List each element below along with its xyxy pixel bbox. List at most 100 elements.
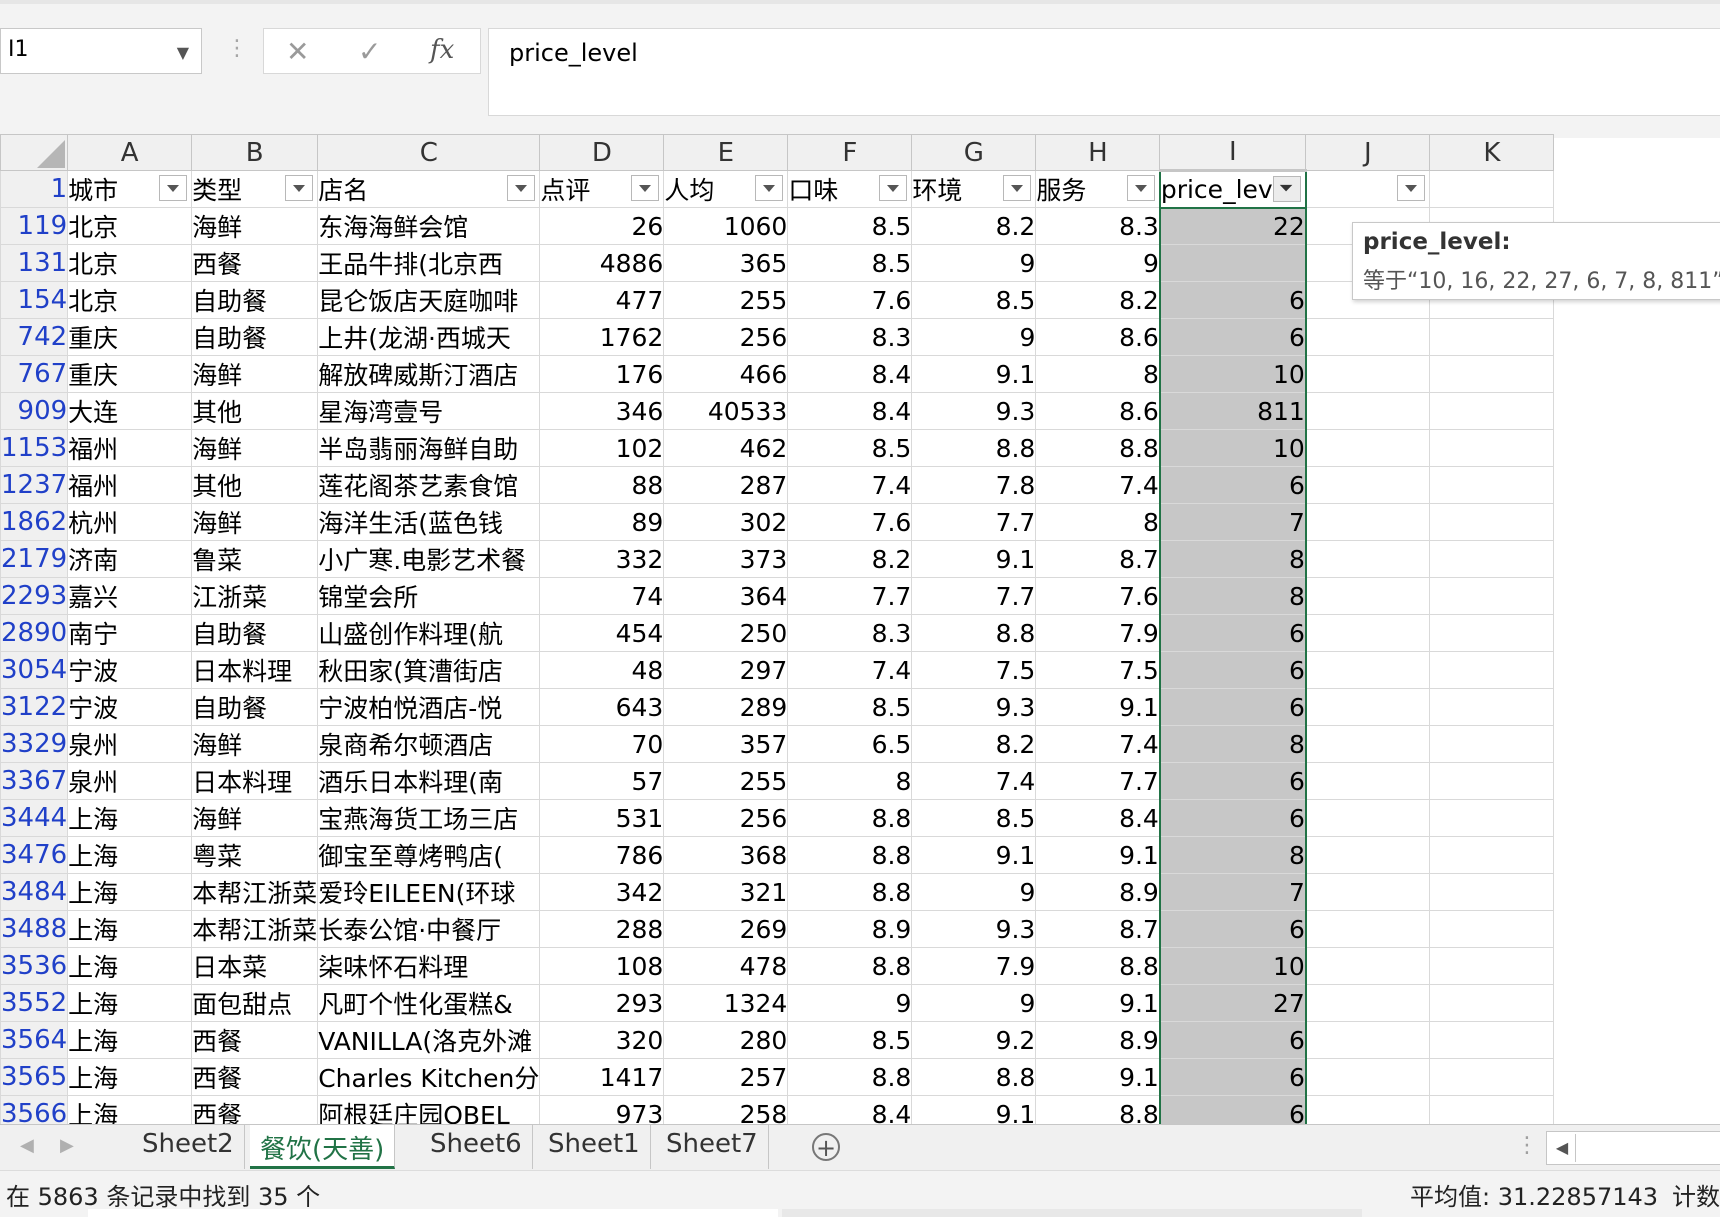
cell[interactable]	[1305, 984, 1431, 1022]
service-cell[interactable]: 8.7	[1035, 540, 1161, 578]
env-cell[interactable]: 8.8	[911, 1058, 1037, 1096]
taste-cell[interactable]: 8.5	[787, 1021, 913, 1059]
cell[interactable]	[1429, 318, 1555, 356]
city-cell[interactable]: 重庆	[67, 355, 193, 393]
taste-cell[interactable]: 8.5	[787, 207, 913, 245]
column-header-i[interactable]: I	[1159, 134, 1307, 172]
env-cell[interactable]: 8.2	[911, 207, 1037, 245]
type-cell[interactable]: 西餐	[191, 1058, 319, 1096]
type-cell[interactable]: 海鲜	[191, 799, 319, 837]
reviews-cell[interactable]: 293	[539, 984, 665, 1022]
avg-cell[interactable]: 287	[663, 466, 789, 504]
name-cell[interactable]: 东海海鲜会馆	[317, 207, 541, 245]
env-cell[interactable]: 7.4	[911, 762, 1037, 800]
env-cell[interactable]: 7.7	[911, 503, 1037, 541]
column-header-b[interactable]: B	[191, 134, 319, 171]
row-header[interactable]: 3367	[0, 762, 69, 800]
env-cell[interactable]: 9	[911, 984, 1037, 1022]
price-level-cell[interactable]: 6	[1158, 688, 1307, 726]
taste-cell[interactable]: 8.8	[787, 873, 913, 911]
header-cell-service[interactable]: 服务	[1035, 170, 1161, 208]
row-header[interactable]: 3122	[0, 688, 69, 726]
avg-cell[interactable]: 255	[663, 762, 789, 800]
taste-cell[interactable]: 7.4	[787, 466, 913, 504]
env-cell[interactable]: 9.2	[911, 1021, 1037, 1059]
env-cell[interactable]: 7.8	[911, 466, 1037, 504]
reviews-cell[interactable]: 786	[539, 836, 665, 874]
reviews-cell[interactable]: 89	[539, 503, 665, 541]
env-cell[interactable]: 7.9	[911, 947, 1037, 985]
taste-cell[interactable]: 9	[787, 984, 913, 1022]
header-cell-price-level[interactable]: price_leve ⏷	[1158, 169, 1307, 209]
drag-handle-icon[interactable]: ⋮	[226, 36, 248, 61]
row-header[interactable]: 3552	[0, 984, 69, 1022]
cell[interactable]	[1305, 910, 1431, 948]
cell[interactable]	[1305, 725, 1431, 763]
row-header[interactable]: 3484	[0, 873, 69, 911]
price-level-cell[interactable]: 6	[1158, 614, 1307, 652]
formula-input[interactable]: price_level	[488, 28, 1720, 116]
taste-cell[interactable]: 8.3	[787, 318, 913, 356]
row-header[interactable]: 1	[0, 170, 69, 208]
type-cell[interactable]: 粤菜	[191, 836, 319, 874]
cell[interactable]	[1429, 984, 1555, 1022]
name-box[interactable]: I1 ▼	[0, 28, 202, 74]
status-count[interactable]: 计数	[1672, 1177, 1720, 1212]
taste-cell[interactable]: 7.7	[787, 577, 913, 615]
avg-cell[interactable]: 40533	[663, 392, 789, 430]
taste-cell[interactable]: 6.5	[787, 725, 913, 763]
price-level-cell[interactable]: 6	[1158, 651, 1307, 689]
name-cell[interactable]: 小广寒.电影艺术餐	[317, 540, 541, 578]
type-cell[interactable]: 海鲜	[191, 207, 319, 245]
reviews-cell[interactable]: 102	[539, 429, 665, 467]
horizontal-scrollbar[interactable]: ◀	[1546, 1131, 1720, 1165]
row-header[interactable]: 3488	[0, 910, 69, 948]
name-cell[interactable]: 凡町个性化蛋糕&	[317, 984, 541, 1022]
cell[interactable]	[1429, 614, 1555, 652]
filter-dropdown-icon[interactable]	[1003, 175, 1032, 201]
price-level-cell[interactable]: 10	[1158, 429, 1307, 467]
env-cell[interactable]: 9	[911, 244, 1037, 282]
reviews-cell[interactable]: 643	[539, 688, 665, 726]
column-header-j[interactable]: J	[1305, 134, 1431, 171]
column-header-a[interactable]: A	[67, 134, 193, 171]
type-cell[interactable]: 本帮江浙菜	[191, 873, 319, 911]
env-cell[interactable]: 9.1	[911, 540, 1037, 578]
service-cell[interactable]: 8.2	[1035, 281, 1161, 319]
env-cell[interactable]: 9.3	[911, 392, 1037, 430]
cell[interactable]	[1429, 910, 1555, 948]
reviews-cell[interactable]: 332	[539, 540, 665, 578]
header-cell-reviews[interactable]: 点评	[539, 170, 665, 208]
row-header[interactable]: 3476	[0, 836, 69, 874]
avg-cell[interactable]: 466	[663, 355, 789, 393]
avg-cell[interactable]: 250	[663, 614, 789, 652]
cell[interactable]	[1429, 725, 1555, 763]
taste-cell[interactable]: 8.8	[787, 799, 913, 837]
reviews-cell[interactable]: 288	[539, 910, 665, 948]
type-cell[interactable]: 其他	[191, 392, 319, 430]
cell[interactable]	[1429, 429, 1555, 467]
name-cell[interactable]: 海洋生活(蓝色钱	[317, 503, 541, 541]
tab-sheet6[interactable]: Sheet6	[420, 1125, 533, 1169]
column-header-e[interactable]: E	[663, 134, 789, 171]
taste-cell[interactable]: 8.9	[787, 910, 913, 948]
name-cell[interactable]: 秋田家(箕漕街店	[317, 651, 541, 689]
reviews-cell[interactable]: 48	[539, 651, 665, 689]
service-cell[interactable]: 8.4	[1035, 799, 1161, 837]
city-cell[interactable]: 泉州	[67, 762, 193, 800]
env-cell[interactable]: 8.5	[911, 281, 1037, 319]
reviews-cell[interactable]: 477	[539, 281, 665, 319]
cell[interactable]	[1429, 392, 1555, 430]
tab-sheet2[interactable]: Sheet2	[132, 1125, 245, 1169]
add-sheet-icon[interactable]: +	[812, 1133, 840, 1161]
city-cell[interactable]: 上海	[67, 799, 193, 837]
tab-scroll-right-icon[interactable]: ▶	[60, 1135, 74, 1156]
reviews-cell[interactable]: 1417	[539, 1058, 665, 1096]
header-cell-avg[interactable]: 人均	[663, 170, 789, 208]
env-cell[interactable]: 9.1	[911, 355, 1037, 393]
tab-scroll-left-icon[interactable]: ◀	[20, 1135, 34, 1156]
env-cell[interactable]: 8.8	[911, 429, 1037, 467]
name-cell[interactable]: 莲花阁茶艺素食馆	[317, 466, 541, 504]
avg-cell[interactable]: 255	[663, 281, 789, 319]
reviews-cell[interactable]: 454	[539, 614, 665, 652]
